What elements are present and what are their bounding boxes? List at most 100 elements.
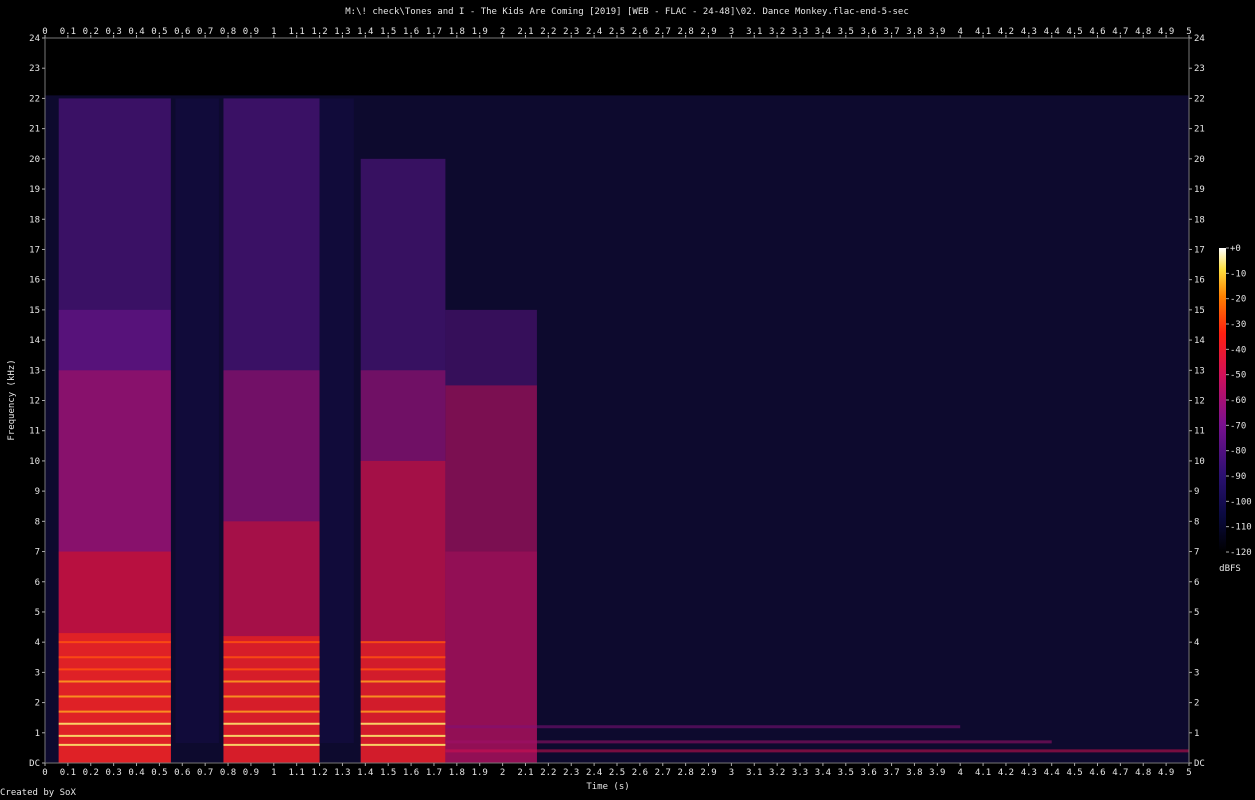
- x-tick-label: 3.5: [838, 27, 854, 37]
- x-tick-label: 0.7: [197, 768, 213, 778]
- y-tick-label: 12: [29, 397, 40, 407]
- x-tick-label: 4.4: [1044, 27, 1060, 37]
- colorbar-label: dBFS: [1219, 564, 1241, 574]
- x-tick-label: 3.7: [883, 27, 899, 37]
- x-tick-label: 0.1: [60, 27, 76, 37]
- y-tick-label: 22: [29, 94, 40, 104]
- y-tick-label: 5: [1194, 608, 1199, 618]
- y-axis-label: Frequency (kHz): [7, 359, 17, 440]
- x-tick-label: 2.7: [655, 27, 671, 37]
- x-tick-label: 4.3: [1021, 768, 1037, 778]
- x-tick-label: 5: [1186, 27, 1191, 37]
- x-tick-label: 4.2: [998, 27, 1014, 37]
- y-tick-label: 9: [35, 487, 40, 497]
- colorbar: +0 -10 -20 -30 -40 -50 -60 -70 -80 -90 -100 -110 -12…: [1219, 244, 1252, 574]
- x-tick-label: 4.7: [1112, 768, 1128, 778]
- colorbar-tick-label: -80: [1230, 447, 1246, 457]
- y-tick-label: DC: [29, 759, 40, 769]
- colorbar-tick-label: -20: [1230, 295, 1246, 305]
- y-tick-label: 15: [1194, 306, 1205, 316]
- x-tick-label: 3.7: [883, 768, 899, 778]
- y-tick-label: 5: [35, 608, 40, 618]
- x-tick-label: 1.5: [380, 27, 396, 37]
- x-tick-label: 3.9: [929, 768, 945, 778]
- x-tick-label: 4.3: [1021, 27, 1037, 37]
- y-tick-label: 1: [1194, 729, 1199, 739]
- y-tick-label: 3: [1194, 668, 1199, 678]
- y-ticks-left: DC12345678910111213141516171819202122232…: [29, 34, 45, 769]
- x-tick-label: 5: [1186, 768, 1191, 778]
- x-tick-label: 0.4: [128, 27, 144, 37]
- x-tick-label: 4.8: [1135, 27, 1151, 37]
- y-tick-label: 24: [29, 34, 40, 44]
- spectrogram-plot-area: [44, 37, 1190, 764]
- y-tick-label: 8: [35, 517, 40, 527]
- x-tick-label: 3: [729, 27, 734, 37]
- x-tick-label: 0.2: [83, 27, 99, 37]
- spectrogram-chart: M:\! check\Tones and I - The Kids Are Co…: [7, 7, 1252, 792]
- y-tick-label: 17: [29, 245, 40, 255]
- x-tick-label: 1.1: [289, 27, 305, 37]
- x-tick-label: 2.9: [700, 768, 716, 778]
- x-tick-label: 3.2: [769, 27, 785, 37]
- x-tick-label: 3.1: [746, 27, 762, 37]
- x-tick-label: 0.6: [174, 768, 190, 778]
- y-tick-label: 17: [1194, 245, 1205, 255]
- y-tick-label: 21: [29, 125, 40, 135]
- colorbar-tick-label: -10: [1230, 269, 1246, 279]
- x-tick-label: 1: [271, 27, 276, 37]
- y-tick-label: 12: [1194, 397, 1205, 407]
- x-tick-label: 1.3: [334, 27, 350, 37]
- x-tick-label: 2.2: [540, 27, 556, 37]
- y-tick-label: 6: [1194, 578, 1199, 588]
- x-tick-label: 2.6: [632, 768, 648, 778]
- x-tick-label: 2: [500, 27, 505, 37]
- x-tick-label: 4.9: [1158, 27, 1174, 37]
- y-tick-label: 4: [35, 638, 40, 648]
- x-tick-label: 1.9: [472, 27, 488, 37]
- x-tick-label: 4.6: [1089, 27, 1105, 37]
- x-tick-label: 4.9: [1158, 768, 1174, 778]
- y-tick-label: 14: [29, 336, 40, 346]
- x-tick-label: 2.9: [700, 27, 716, 37]
- colorbar-tick-label: +0: [1230, 244, 1241, 254]
- x-tick-label: 1.9: [472, 768, 488, 778]
- x-tick-label: 0.3: [106, 27, 122, 37]
- x-tick-label: 0.6: [174, 27, 190, 37]
- y-tick-label: 10: [1194, 457, 1205, 467]
- x-tick-label: 4.5: [1066, 768, 1082, 778]
- x-tick-label: 2: [500, 768, 505, 778]
- x-tick-label: 1: [271, 768, 276, 778]
- x-tick-label: 2.2: [540, 768, 556, 778]
- colorbar-gradient: [1219, 248, 1226, 552]
- y-tick-label: 4: [1194, 638, 1199, 648]
- x-tick-label: 3.4: [815, 768, 831, 778]
- x-tick-label: 0.3: [106, 768, 122, 778]
- colorbar-tick-label: -70: [1230, 421, 1246, 431]
- y-tick-label: 22: [1194, 94, 1205, 104]
- x-tick-label: 3.5: [838, 768, 854, 778]
- x-tick-label: 2.8: [678, 27, 694, 37]
- y-tick-label: 21: [1194, 125, 1205, 135]
- y-tick-label: 24: [1194, 34, 1205, 44]
- y-tick-label: 7: [35, 548, 40, 558]
- x-tick-label: 1.2: [311, 27, 327, 37]
- x-tick-label: 4.7: [1112, 27, 1128, 37]
- x-tick-label: 4: [957, 768, 962, 778]
- x-tick-label: 0.9: [243, 768, 259, 778]
- x-tick-label: 1.5: [380, 768, 396, 778]
- x-tick-label: 4.6: [1089, 768, 1105, 778]
- x-tick-label: 2.7: [655, 768, 671, 778]
- energy-region: [58, 633, 171, 763]
- x-tick-label: 1.7: [426, 27, 442, 37]
- y-tick-label: 11: [1194, 427, 1205, 437]
- y-tick-label: 13: [1194, 366, 1205, 376]
- x-tick-label: 2.1: [517, 768, 533, 778]
- y-tick-label: 16: [1194, 276, 1205, 286]
- x-tick-label: 3.6: [861, 768, 877, 778]
- y-tick-label: 2: [35, 699, 40, 709]
- colorbar-ticks: +0 -10 -20 -30 -40 -50 -60 -70 -80 -90 -100 -110 -12…: [1226, 244, 1252, 558]
- gap-region: [319, 98, 354, 743]
- x-tick-label: 1.3: [334, 768, 350, 778]
- y-tick-label: 16: [29, 276, 40, 286]
